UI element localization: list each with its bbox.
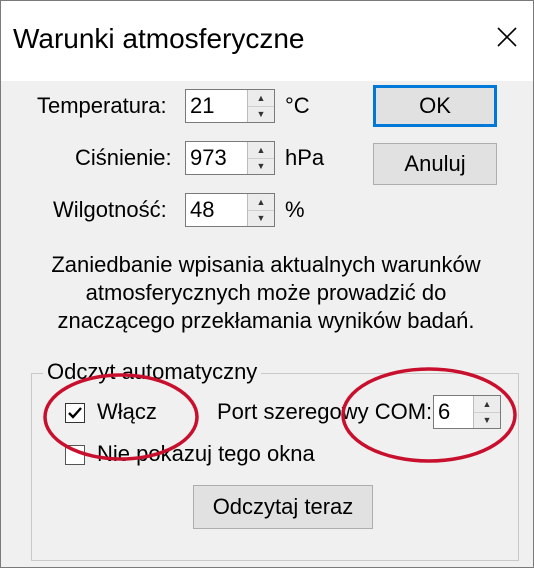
increment-arrow-icon[interactable]: ▲ xyxy=(248,90,274,107)
pressure-value[interactable]: 973 xyxy=(186,142,248,174)
temperature-value[interactable]: 21 xyxy=(186,90,248,122)
pressure-label: Ciśnienie: xyxy=(75,145,172,170)
increment-arrow-icon[interactable]: ▲ xyxy=(248,142,274,159)
humidity-unit: % xyxy=(285,197,305,222)
decrement-arrow-icon[interactable]: ▼ xyxy=(248,210,274,226)
decrement-arrow-icon[interactable]: ▼ xyxy=(248,158,274,174)
dialog-window: Warunki atmosferyczne Temperatura: 21 ▲ … xyxy=(0,0,534,568)
pressure-spinner[interactable]: 973 ▲ ▼ xyxy=(185,141,275,175)
close-icon[interactable] xyxy=(487,17,527,57)
temperature-unit: °C xyxy=(285,93,310,118)
annotation-oval xyxy=(43,373,199,461)
cancel-button[interactable]: Anuluj xyxy=(373,143,497,185)
increment-arrow-icon[interactable]: ▲ xyxy=(248,194,274,211)
title-bar: Warunki atmosferyczne xyxy=(1,1,533,81)
ok-button[interactable]: OK xyxy=(373,85,497,127)
warning-note: Zaniedbanie wpisania aktualnych warunków… xyxy=(51,252,481,333)
window-title: Warunki atmosferyczne xyxy=(13,23,305,54)
humidity-spinner[interactable]: 48 ▲ ▼ xyxy=(185,193,275,227)
temperature-spinner[interactable]: 21 ▲ ▼ xyxy=(185,89,275,123)
humidity-label: Wilgotność: xyxy=(53,197,167,222)
temperature-label: Temperatura: xyxy=(37,93,167,118)
decrement-arrow-icon[interactable]: ▼ xyxy=(248,106,274,122)
humidity-value[interactable]: 48 xyxy=(186,194,248,226)
annotation-oval xyxy=(341,367,517,463)
pressure-unit: hPa xyxy=(285,145,325,170)
read-now-button[interactable]: Odczytaj teraz xyxy=(193,485,373,529)
